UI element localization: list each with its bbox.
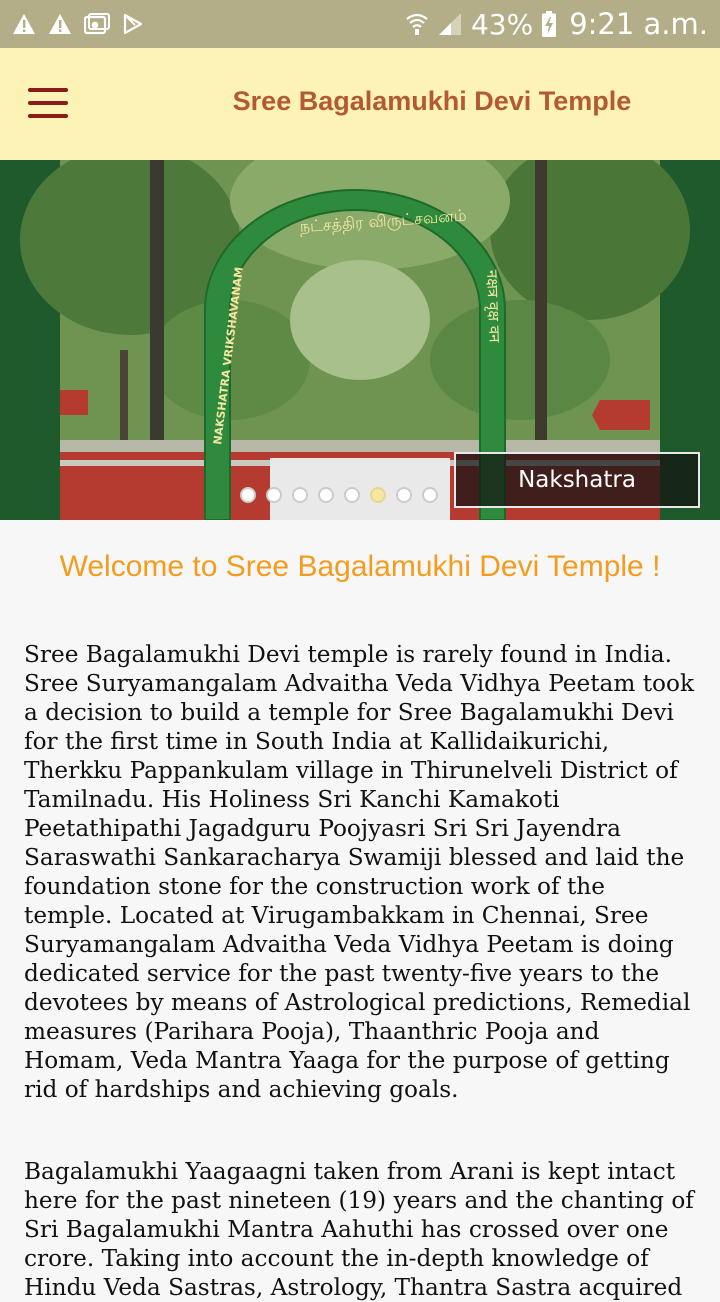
main-content: Welcome to Sree Bagalamukhi Devi Temple …: [0, 520, 720, 1302]
app-bar: Sree Bagalamukhi Devi Temple: [0, 48, 720, 160]
slider-dot[interactable]: [318, 487, 334, 503]
slider-dot[interactable]: [344, 487, 360, 503]
slider-dot[interactable]: [292, 487, 308, 503]
arch-text-right: नक्षत्र वृक्ष वन: [482, 270, 504, 344]
slider-dot[interactable]: [240, 487, 256, 503]
intro-paragraph: Sree Bagalamukhi Devi temple is rarely f…: [24, 641, 694, 1103]
wifi-icon: [406, 13, 428, 35]
warning-icon: [49, 14, 71, 34]
play-store-icon: [123, 13, 143, 35]
status-bar: 43% 9:21 a.m.: [0, 0, 720, 48]
app-title: Sree Bagalamukhi Devi Temple: [232, 86, 632, 116]
slider-dot[interactable]: [370, 487, 386, 503]
slider-dot[interactable]: [266, 487, 282, 503]
history-paragraph: Bagalamukhi Yaagaagni taken from Arani i…: [24, 1158, 694, 1301]
slider-dot[interactable]: [396, 487, 412, 503]
welcome-heading: Welcome to Sree Bagalamukhi Devi Temple …: [59, 550, 661, 583]
photo-notification-icon: [84, 13, 110, 35]
battery-charging-icon: [542, 11, 557, 37]
image-slider[interactable]: NAKSHATRA VRIKSHAVANAM நட்சத்திர விருட்ச…: [0, 160, 720, 520]
signal-icon: [438, 13, 461, 35]
slider-indicators: [240, 487, 438, 503]
slide-caption: Nakshatra Vrikshavanam: [454, 452, 700, 520]
warning-icon: [13, 14, 35, 34]
clock: 9:21 a.m.: [569, 7, 708, 41]
battery-percent: 43%: [470, 7, 534, 41]
slider-dot[interactable]: [422, 487, 438, 503]
